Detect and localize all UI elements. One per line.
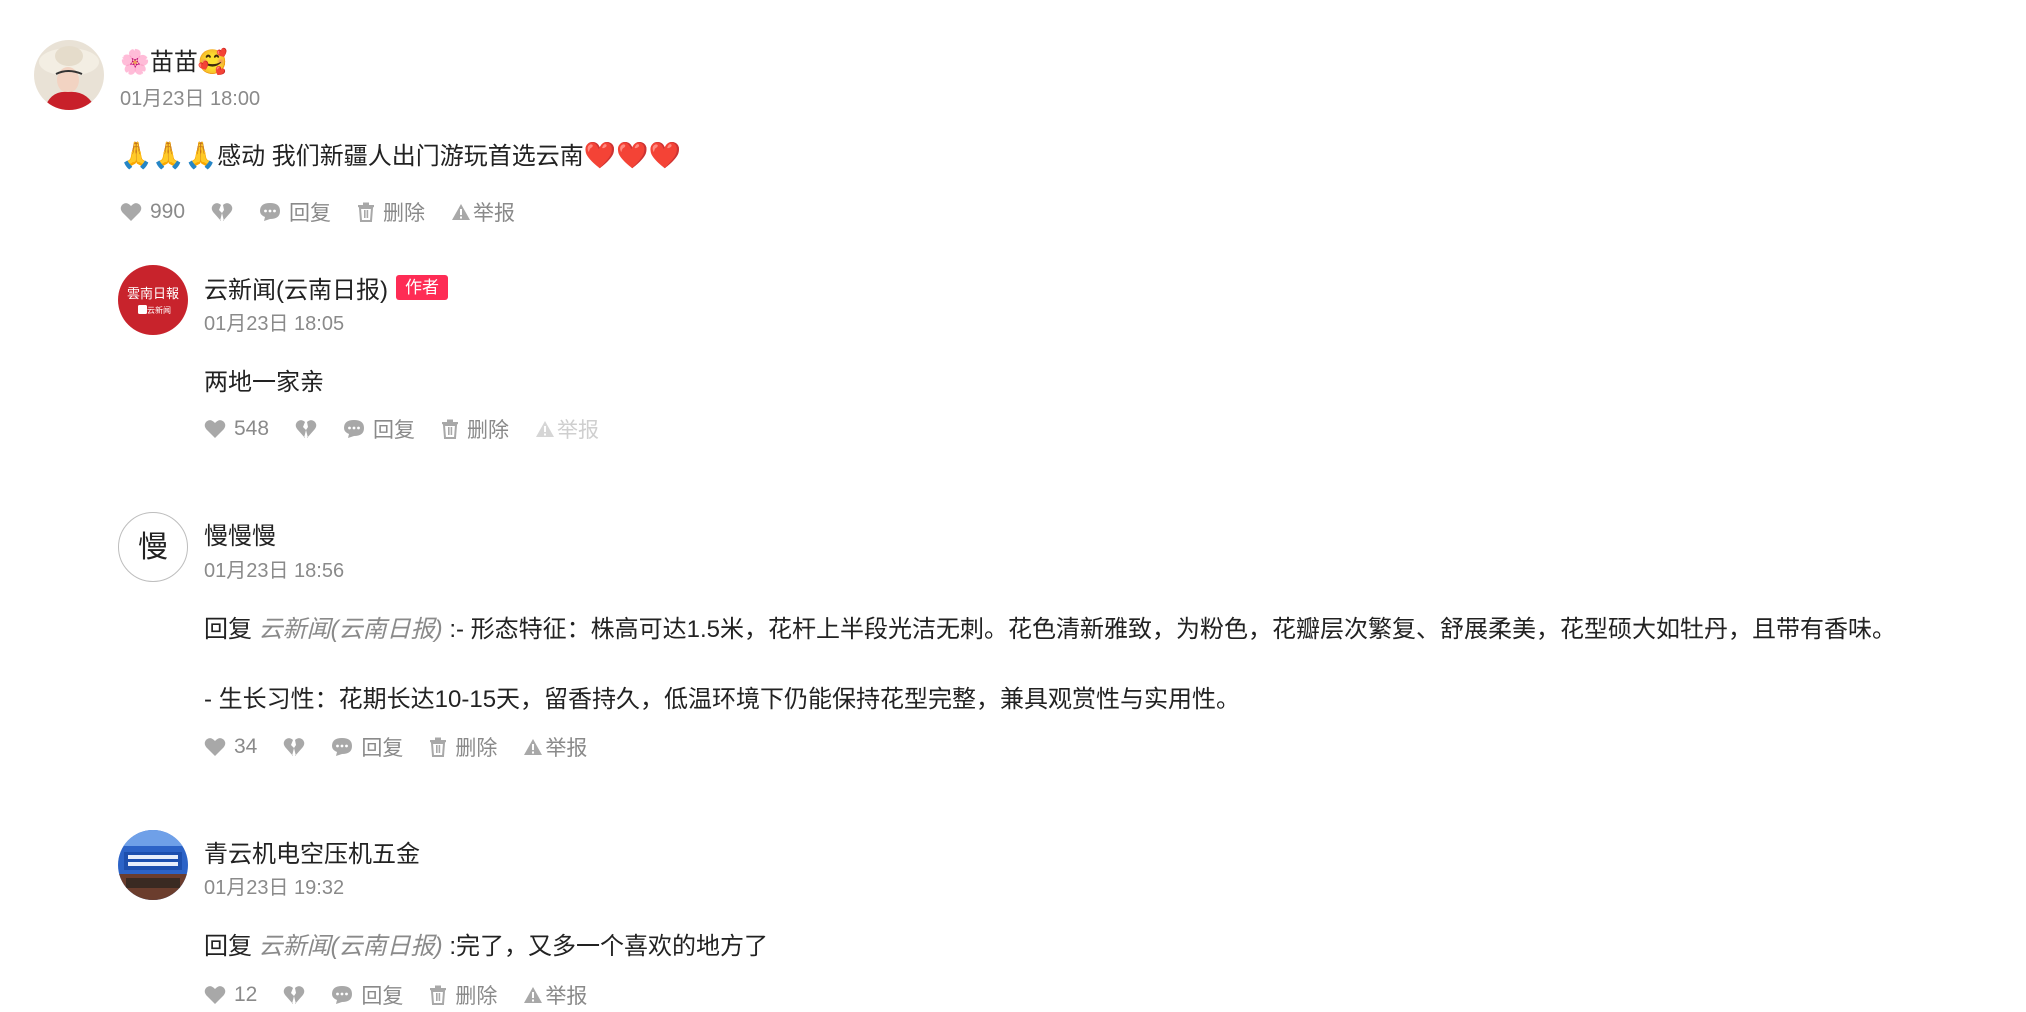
heart-icon [204,737,226,757]
speech-bubble-icon [259,202,281,222]
svg-text:云新闻: 云新闻 [147,305,171,315]
reply-target-link[interactable]: 云新闻(云南日报) [259,616,443,643]
pray-emoji: 🙏🙏🙏 [120,140,218,170]
like-button[interactable]: 34 [204,735,257,759]
report-button[interactable]: 举报 [523,732,587,762]
dislike-button[interactable] [211,202,233,222]
comment-actions: 34 回复 删除 举报 [204,732,613,762]
warning-triangle-icon [523,738,543,756]
comment-content: 两地一家亲 [204,369,324,396]
reply-button[interactable]: 回复 [343,414,415,444]
avatar[interactable]: 慢 [118,512,188,582]
warning-triangle-icon [523,986,543,1004]
comment-author-row: 慢慢慢 [204,516,276,551]
broken-heart-icon [283,737,305,757]
comment-time: 01月23日 18:00 [120,88,261,110]
like-count: 34 [234,735,258,758]
reply-target-link[interactable]: 云新闻(云南日报) [259,933,443,960]
flower-emoji: 🌸 [120,49,150,76]
dislike-button[interactable] [295,419,317,439]
delete-button[interactable]: 删除 [357,197,425,227]
trash-icon [429,985,447,1005]
comment-content-line2: - 生长习性：花期长达10-15天，留香持久，低温环境下仍能保持花型完整，兼具观… [204,686,1241,713]
avatar[interactable] [118,830,188,900]
svg-text:慢: 慢 [138,530,168,565]
trash-icon [357,202,375,222]
dislike-button[interactable] [283,737,305,757]
svg-text:雲南日報: 雲南日報 [127,286,179,302]
dislike-button[interactable] [283,985,305,1005]
comment-time: 01月23日 18:05 [204,313,345,335]
reply-button[interactable]: 回复 [331,980,403,1010]
author-name[interactable]: 慢慢慢 [204,516,276,551]
comment-actions: 990 回复 删除 举报 [120,197,541,227]
heart-icon [120,202,142,222]
like-button[interactable]: 990 [120,200,185,224]
broken-heart-icon [283,985,305,1005]
reply-button[interactable]: 回复 [259,197,331,227]
author-name[interactable]: 青云机电空压机五金 [204,834,420,869]
report-button[interactable]: 举报 [451,197,515,227]
face-emoji: 🥰 [197,49,228,76]
trash-icon [429,737,447,757]
avatar[interactable] [34,40,104,110]
delete-button[interactable]: 删除 [441,414,509,444]
comment-section: 🌸苗苗🥰 01月23日 18:00 🙏🙏🙏感动 我们新疆人出门游玩首选云南❤️❤… [0,0,2026,1012]
broken-heart-icon [211,202,233,222]
like-count: 990 [150,200,186,223]
speech-bubble-icon [331,737,353,757]
avatar[interactable]: 雲南日報 云新闻 [118,265,188,335]
like-count: 12 [234,983,258,1006]
comment-content: 回复 云新闻(云南日报) :完了，又多一个喜欢的地方了 [204,933,768,960]
speech-bubble-icon [343,419,365,439]
report-button[interactable]: 举报 [523,980,587,1010]
report-button: 举报 [535,414,599,444]
trash-icon [441,419,459,439]
delete-button[interactable]: 删除 [429,980,497,1010]
like-count: 548 [234,417,270,440]
author-name[interactable]: 云新闻(云南日报) [204,270,388,305]
comment-author-row: 🌸苗苗🥰 [120,42,228,77]
like-button[interactable]: 548 [204,417,269,441]
comment-author-row: 青云机电空压机五金 [204,834,420,869]
comment-actions: 548 回复 删除 举报 [204,414,625,444]
warning-triangle-icon [535,420,555,438]
heart-icon [204,985,226,1005]
broken-heart-icon [295,419,317,439]
author-badge: 作者 [395,275,448,300]
speech-bubble-icon [331,985,353,1005]
comment-content: 🙏🙏🙏感动 我们新疆人出门游玩首选云南❤️❤️❤️ [120,140,681,170]
delete-button[interactable]: 删除 [429,732,497,762]
comment-actions: 12 回复 删除 举报 [204,980,613,1010]
author-name[interactable]: 🌸苗苗🥰 [120,42,228,77]
heart-emoji: ❤️❤️❤️ [583,140,681,170]
comment-time: 01月23日 19:32 [204,877,345,899]
comment-content: 回复 云新闻(云南日报) :- 形态特征：株高可达1.5米，花杆上半段光洁无刺。… [204,616,1897,643]
heart-icon [204,419,226,439]
reply-button[interactable]: 回复 [331,732,403,762]
like-button[interactable]: 12 [204,983,257,1007]
warning-triangle-icon [451,203,471,221]
comment-time: 01月23日 18:56 [204,560,345,582]
comment-author-row: 云新闻(云南日报) 作者 [204,270,448,305]
